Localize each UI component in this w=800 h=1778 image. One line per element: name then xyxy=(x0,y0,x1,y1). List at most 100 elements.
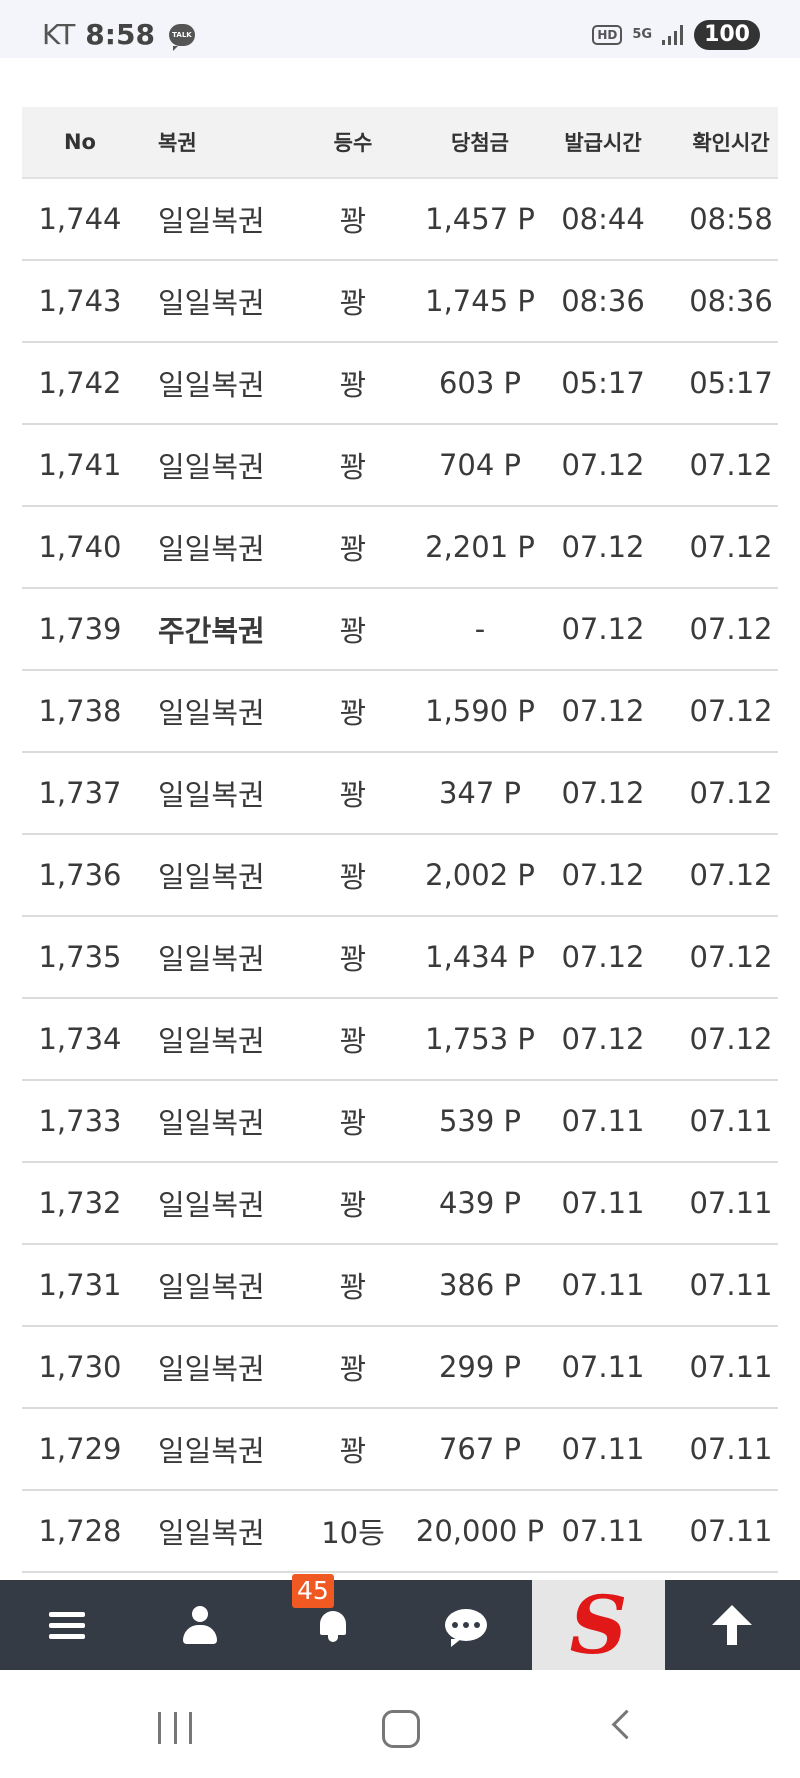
table-row: 1,735 일일복권 꽝 1,434 P 07.12 07.12 xyxy=(22,917,778,999)
bottom-nav: S 45 xyxy=(0,1574,800,1670)
row-rank: 꽝 xyxy=(339,1024,367,1058)
row-prize: 1,434 P xyxy=(425,940,535,974)
table-row: 1,743 일일복권 꽝 1,745 P 08:36 08:36 xyxy=(22,261,778,343)
row-kind: 일일복권 xyxy=(158,696,265,730)
row-checked-time: 07.12 xyxy=(689,530,773,564)
row-issued-time: 07.12 xyxy=(561,694,645,728)
menu-button[interactable] xyxy=(0,1580,133,1670)
row-issued-time: 08:44 xyxy=(561,202,645,236)
row-kind: 일일복권 xyxy=(158,778,265,812)
row-prize: 1,745 P xyxy=(425,284,535,318)
row-no: 1,733 xyxy=(38,1104,122,1138)
row-rank: 꽝 xyxy=(339,450,367,484)
hd-voice-icon: HD xyxy=(592,25,623,45)
lottery-history-table: No 복권 등수 당첨금 발급시간 확인시간 1,744 일일복권 꽝 1,457 P… xyxy=(22,107,778,1573)
system-nav-bar xyxy=(0,1670,800,1778)
row-rank: 꽝 xyxy=(339,1270,367,1304)
row-rank: 꽝 xyxy=(339,942,367,976)
row-rank: 꽝 xyxy=(339,1188,367,1222)
row-no: 1,730 xyxy=(38,1350,122,1384)
row-prize: 767 P xyxy=(438,1432,522,1466)
row-rank: 10등 xyxy=(321,1516,385,1550)
menu-icon xyxy=(48,1606,85,1645)
row-checked-time: 07.12 xyxy=(689,776,773,810)
row-checked-time: 07.11 xyxy=(689,1104,773,1138)
row-prize: 347 P xyxy=(438,776,522,810)
row-no: 1,743 xyxy=(38,284,122,318)
table-row: 1,736 일일복권 꽝 2,002 P 07.12 07.12 xyxy=(22,835,778,917)
arrow-up-icon xyxy=(711,1605,752,1645)
row-prize: 2,002 P xyxy=(425,858,535,892)
table-row: 1,741 일일복권 꽝 704 P 07.12 07.12 xyxy=(22,425,778,507)
scroll-top-button[interactable] xyxy=(665,1580,798,1670)
row-checked-time: 07.12 xyxy=(689,612,773,646)
table-row: 1,728 일일복권 10등 20,000 P 07.11 07.11 xyxy=(22,1491,778,1573)
row-rank: 꽝 xyxy=(339,778,367,812)
row-issued-time: 07.12 xyxy=(561,858,645,892)
row-issued-time: 07.12 xyxy=(561,448,645,482)
row-no: 1,735 xyxy=(38,940,122,974)
row-rank: 꽝 xyxy=(339,532,367,566)
table-row: 1,739 주간복권 꽝 - 07.12 07.12 xyxy=(22,589,778,671)
row-kind: 일일복권 xyxy=(158,1270,265,1304)
row-prize: 20,000 P xyxy=(415,1514,545,1548)
battery-indicator: 100 xyxy=(694,20,760,50)
header-issued-time: 발급시간 xyxy=(564,131,642,155)
row-kind: 일일복권 xyxy=(158,368,265,402)
talk-notification-icon: TALK xyxy=(168,23,195,51)
home-icon[interactable] xyxy=(382,1710,420,1748)
row-no: 1,728 xyxy=(38,1514,122,1548)
signal-icon xyxy=(662,25,684,45)
row-issued-time: 07.11 xyxy=(561,1186,645,1220)
network-5g-icon: 5G xyxy=(632,27,653,42)
row-prize: 2,201 P xyxy=(425,530,535,564)
row-no: 1,734 xyxy=(38,1022,122,1056)
notification-count-badge: 45 xyxy=(292,1574,334,1608)
table-header: No 복권 등수 당첨금 발급시간 확인시간 xyxy=(22,107,778,179)
row-kind: 일일복권 xyxy=(158,860,265,894)
row-no: 1,740 xyxy=(38,530,122,564)
row-no: 1,729 xyxy=(38,1432,122,1466)
back-icon[interactable] xyxy=(611,1709,642,1740)
row-prize: 386 P xyxy=(438,1268,522,1302)
user-icon xyxy=(182,1606,217,1644)
table-row: 1,733 일일복권 꽝 539 P 07.11 07.11 xyxy=(22,1081,778,1163)
row-checked-time: 08:36 xyxy=(689,284,773,318)
row-prize: 603 P xyxy=(438,366,522,400)
row-issued-time: 07.12 xyxy=(561,776,645,810)
chat-button[interactable] xyxy=(399,1580,532,1670)
row-kind: 일일복권 xyxy=(158,1352,265,1386)
row-issued-time: 08:36 xyxy=(561,284,645,318)
row-checked-time: 07.11 xyxy=(689,1432,773,1466)
chat-icon xyxy=(444,1609,487,1647)
header-rank: 등수 xyxy=(333,131,373,155)
row-no: 1,737 xyxy=(38,776,122,810)
row-rank: 꽝 xyxy=(339,1352,367,1386)
row-kind: 일일복권 xyxy=(158,286,265,320)
row-issued-time: 07.11 xyxy=(561,1350,645,1384)
row-rank: 꽝 xyxy=(339,1106,367,1140)
row-no: 1,744 xyxy=(38,202,122,236)
table-row: 1,744 일일복권 꽝 1,457 P 08:44 08:58 xyxy=(22,179,778,261)
recent-apps-icon[interactable] xyxy=(158,1712,192,1744)
row-rank: 꽝 xyxy=(339,860,367,894)
row-checked-time: 07.11 xyxy=(689,1268,773,1302)
row-no: 1,741 xyxy=(38,448,122,482)
row-rank: 꽝 xyxy=(339,204,367,238)
table-row: 1,742 일일복권 꽝 603 P 05:17 05:17 xyxy=(22,343,778,425)
bell-icon xyxy=(316,1607,350,1643)
row-no: 1,732 xyxy=(38,1186,122,1220)
row-issued-time: 07.12 xyxy=(561,530,645,564)
header-no: No xyxy=(63,130,96,154)
row-kind: 일일복권 xyxy=(158,450,265,484)
site-logo-button[interactable]: S xyxy=(532,1580,665,1670)
header-checked-time: 확인시간 xyxy=(692,131,770,155)
profile-button[interactable] xyxy=(133,1580,266,1670)
row-checked-time: 07.12 xyxy=(689,940,773,974)
row-no: 1,738 xyxy=(38,694,122,728)
table-row: 1,737 일일복권 꽝 347 P 07.12 07.12 xyxy=(22,753,778,835)
status-bar: KT 8:58 TALK HD 5G 100 xyxy=(0,0,800,58)
row-prize: 1,590 P xyxy=(425,694,535,728)
row-prize: 1,753 P xyxy=(425,1022,535,1056)
table-row: 1,730 일일복권 꽝 299 P 07.11 07.11 xyxy=(22,1327,778,1409)
